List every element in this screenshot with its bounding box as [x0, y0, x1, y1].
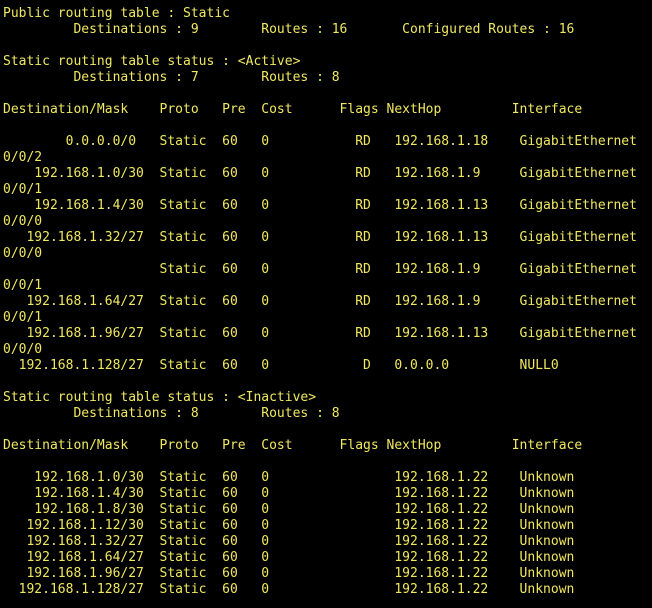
- terminal-line: 192.168.1.128/27 Static 60 0 D 0.0.0.0 N…: [3, 358, 559, 373]
- terminal-line: 192.168.1.12/30 Static 60 0 192.168.1.22…: [3, 518, 575, 533]
- terminal-line: 192.168.1.64/27 Static 60 0 RD 192.168.1…: [3, 294, 637, 309]
- terminal-line: 192.168.1.96/27 Static 60 0 RD 192.168.1…: [3, 326, 637, 341]
- terminal-line: 0/0/0: [3, 246, 43, 261]
- terminal-line: 192.168.1.4/30 Static 60 0 192.168.1.22 …: [3, 486, 575, 501]
- terminal-line: 192.168.1.0/30 Static 60 0 192.168.1.22 …: [3, 470, 575, 485]
- terminal-line: 0/0/1: [3, 182, 43, 197]
- terminal-line: 192.168.1.32/27 Static 60 0 192.168.1.22…: [3, 534, 575, 549]
- terminal-line: Destination/Mask Proto Pre Cost Flags Ne…: [3, 438, 583, 453]
- terminal-line: Static 60 0 RD 192.168.1.9 GigabitEthern…: [3, 262, 637, 277]
- terminal-line: 0/0/0: [3, 342, 43, 357]
- terminal-line: 192.168.1.96/27 Static 60 0 192.168.1.22…: [3, 566, 575, 581]
- terminal-line: Static routing table status : <Inactive>: [3, 390, 317, 405]
- terminal-line: Static routing table status : <Active>: [3, 54, 301, 69]
- terminal-line: 192.168.1.8/30 Static 60 0 192.168.1.22 …: [3, 502, 575, 517]
- terminal-line: 192.168.1.4/30 Static 60 0 RD 192.168.1.…: [3, 198, 637, 213]
- terminal-line: Destinations : 7 Routes : 8: [3, 70, 340, 85]
- terminal-line: Public routing table : Static: [3, 6, 230, 21]
- terminal-line: 192.168.1.64/27 Static 60 0 192.168.1.22…: [3, 550, 575, 565]
- terminal-line: 0/0/1: [3, 310, 43, 325]
- terminal-line: Destinations : 8 Routes : 8: [3, 406, 340, 421]
- terminal-window[interactable]: Public routing table : Static Destinatio…: [0, 0, 652, 608]
- terminal-line: 192.168.1.32/27 Static 60 0 RD 192.168.1…: [3, 230, 637, 245]
- terminal-line: 0/0/0: [3, 214, 43, 229]
- terminal-line: 192.168.1.0/30 Static 60 0 RD 192.168.1.…: [3, 166, 637, 181]
- terminal-line: 0/0/1: [3, 278, 43, 293]
- terminal-line: 192.168.1.128/27 Static 60 0 192.168.1.2…: [3, 582, 575, 597]
- terminal-line: 0.0.0.0/0 Static 60 0 RD 192.168.1.18 Gi…: [3, 134, 637, 149]
- terminal-line: 0/0/2: [3, 150, 43, 165]
- terminal-line: Destinations : 9 Routes : 16 Configured …: [3, 22, 575, 37]
- terminal-line: Destination/Mask Proto Pre Cost Flags Ne…: [3, 102, 583, 117]
